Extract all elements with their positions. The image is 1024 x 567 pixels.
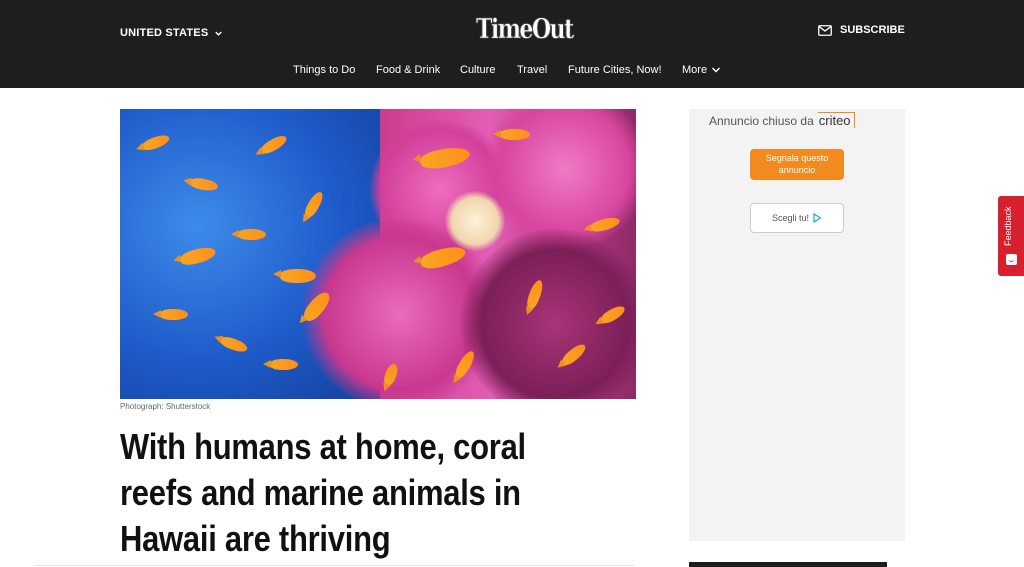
chevron-down-icon: [215, 31, 223, 36]
ad-panel: Annuncio chiuso da criteo Segnala questo…: [689, 109, 905, 541]
criteo-logo: criteo: [817, 112, 855, 128]
site-header: UNITED STATES TimeOut SUBSCRIBE Things t…: [0, 0, 1024, 88]
nav-item-travel[interactable]: Travel: [517, 64, 547, 76]
nav-item-food-drink[interactable]: Food & Drink: [376, 64, 440, 76]
ad-closed-notice: Annuncio chiuso da criteo: [709, 112, 855, 128]
report-ad-button[interactable]: Segnala questo annuncio: [750, 149, 844, 180]
region-selector[interactable]: UNITED STATES: [120, 27, 223, 39]
hero-image-coral-reef: [120, 109, 636, 399]
subscribe-label: SUBSCRIBE: [840, 24, 905, 36]
nav-item-future-cities[interactable]: Future Cities, Now!: [568, 64, 662, 76]
feedback-tab[interactable]: Feedback: [998, 196, 1024, 276]
subscribe-link[interactable]: SUBSCRIBE: [818, 24, 905, 36]
ad-choice-button[interactable]: Scegli tu!: [750, 203, 844, 233]
nav-more-label: More: [682, 64, 708, 76]
photo-credit: Photograph: Shutterstock: [120, 402, 211, 411]
envelope-icon: [818, 24, 832, 36]
divider: [34, 565, 634, 566]
ad-choices-icon: [813, 213, 822, 223]
feedback-smile-icon: [1006, 254, 1017, 265]
region-label: UNITED STATES: [120, 27, 209, 39]
nav-item-things-to-do[interactable]: Things to Do: [293, 64, 355, 76]
timeout-logo[interactable]: TimeOut: [476, 16, 575, 44]
ad-bottom-bar: [689, 562, 887, 567]
ad-choice-label: Scegli tu!: [771, 213, 810, 223]
nav-item-culture[interactable]: Culture: [460, 64, 495, 76]
ad-closed-label: Annuncio chiuso da: [709, 114, 814, 128]
chevron-down-icon: [712, 67, 721, 73]
nav-item-more[interactable]: More: [682, 64, 721, 76]
feedback-label: Feedback: [1003, 206, 1013, 246]
article-headline: With humans at home, coral reefs and mar…: [120, 426, 526, 559]
